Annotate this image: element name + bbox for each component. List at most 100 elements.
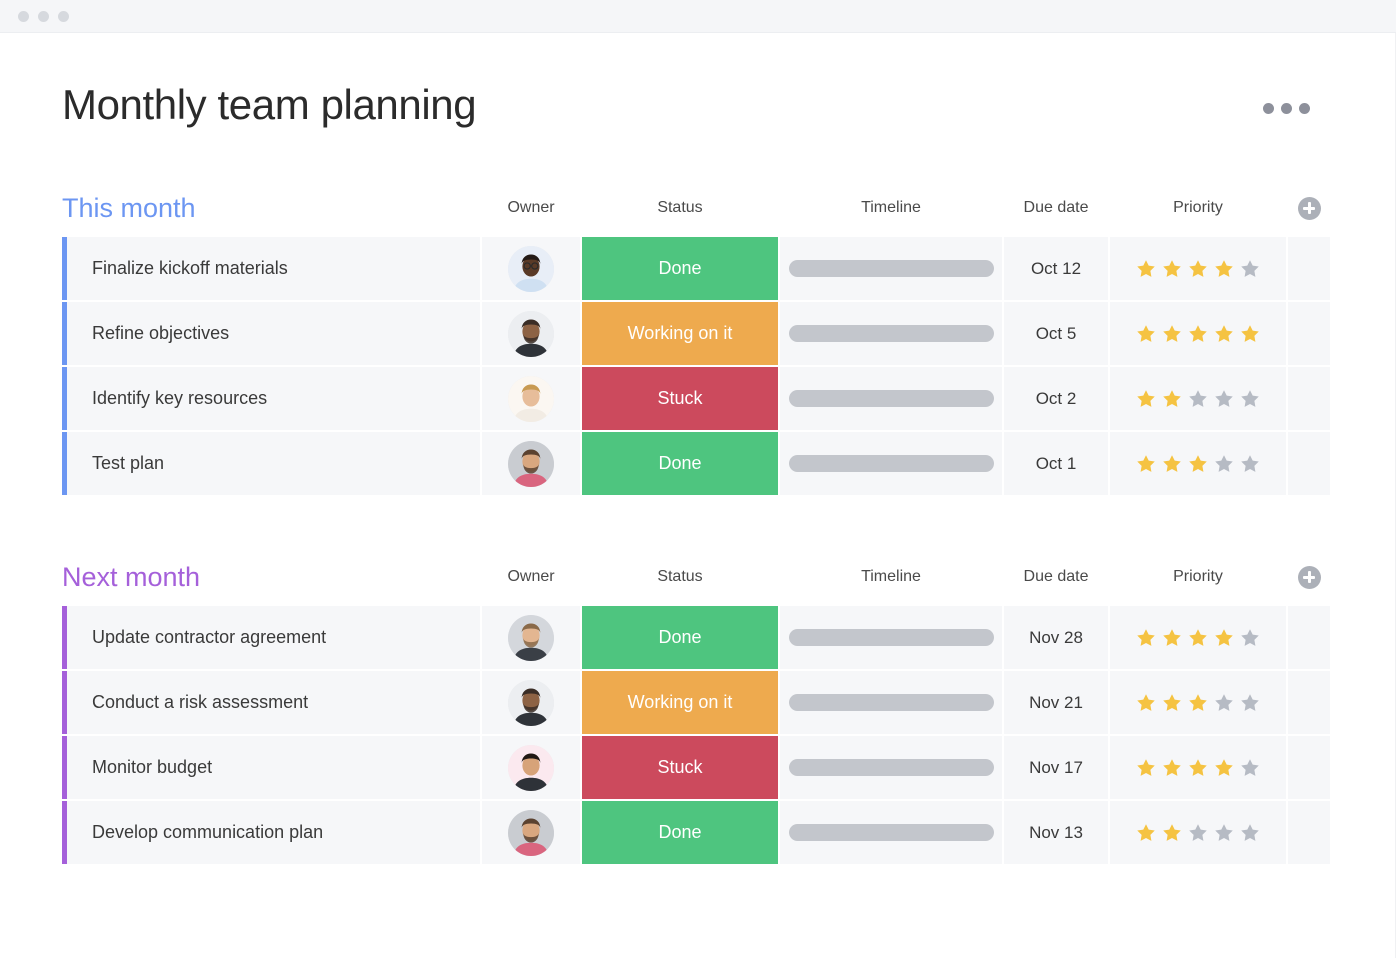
owner-cell[interactable] (482, 801, 580, 865)
column-header-status[interactable]: Status (582, 569, 778, 585)
timeline-cell[interactable] (780, 606, 1002, 670)
page-body: Monthly team planning This month Owner S… (0, 33, 1396, 958)
status-label: Stuck (657, 388, 703, 409)
avatar (508, 679, 554, 726)
column-header-timeline[interactable]: Timeline (780, 569, 1002, 585)
owner-cell[interactable] (482, 606, 580, 670)
table-row[interactable]: Finalize kickoff materials Done Oct 12 (62, 237, 1334, 301)
table-row[interactable]: Identify key resources Stuck Oct 2 (62, 367, 1334, 431)
priority-cell[interactable] (1110, 736, 1286, 800)
due-date-cell[interactable]: Oct 2 (1004, 367, 1108, 431)
window-titlebar (0, 0, 1396, 33)
priority-cell[interactable] (1110, 367, 1286, 431)
column-header-timeline[interactable]: Timeline (780, 200, 1002, 216)
status-label: Done (658, 822, 702, 843)
task-name-cell[interactable]: Finalize kickoff materials (62, 237, 480, 301)
timeline-cell[interactable] (780, 736, 1002, 800)
row-accent-bar (62, 432, 67, 496)
due-date-label: Nov 21 (1029, 692, 1083, 712)
due-date-cell[interactable]: Oct 12 (1004, 237, 1108, 301)
task-name-label: Monitor budget (92, 757, 213, 778)
table-row[interactable]: Monitor budget Stuck Nov 17 (62, 736, 1334, 800)
task-name-label: Develop communication plan (92, 822, 324, 843)
timeline-progress-track (788, 325, 994, 343)
owner-cell[interactable] (482, 302, 580, 366)
window-maximize-dot[interactable] (58, 10, 69, 22)
owner-cell[interactable] (482, 671, 580, 735)
task-name-cell[interactable]: Identify key resources (62, 367, 480, 431)
status-cell[interactable]: Working on it (582, 302, 778, 366)
status-cell[interactable]: Stuck (582, 736, 778, 800)
status-cell[interactable]: Stuck (582, 367, 778, 431)
timeline-cell[interactable] (780, 367, 1002, 431)
status-cell[interactable]: Done (582, 237, 778, 301)
table-row[interactable]: Refine objectives Working on it Oct 5 (62, 302, 1334, 366)
groups-container: This month Owner Status Timeline Due dat… (62, 189, 1334, 865)
column-header-priority[interactable]: Priority (1110, 569, 1286, 585)
due-date-cell[interactable]: Oct 1 (1004, 432, 1108, 496)
column-header-due-date[interactable]: Due date (1004, 569, 1108, 585)
window-minimize-dot[interactable] (38, 10, 49, 22)
task-name-label: Test plan (92, 453, 165, 474)
timeline-progress-track (788, 629, 994, 647)
status-cell[interactable]: Done (582, 606, 778, 670)
due-date-cell[interactable]: Nov 28 (1004, 606, 1108, 670)
status-cell[interactable]: Done (582, 801, 778, 865)
add-column-button[interactable] (1297, 196, 1321, 220)
column-header-due-date[interactable]: Due date (1004, 200, 1108, 216)
due-date-label: Oct 1 (1035, 453, 1077, 473)
due-date-cell[interactable]: Nov 17 (1004, 736, 1108, 800)
due-date-label: Nov 13 (1029, 822, 1083, 842)
task-name-cell[interactable]: Conduct a risk assessment (62, 671, 480, 735)
priority-cell[interactable] (1110, 671, 1286, 735)
row-accent-bar (62, 736, 67, 800)
owner-cell[interactable] (482, 736, 580, 800)
timeline-cell[interactable] (780, 801, 1002, 865)
column-header-status[interactable]: Status (582, 200, 778, 216)
table-row[interactable]: Conduct a risk assessment Working on it … (62, 671, 1334, 735)
due-date-cell[interactable]: Nov 21 (1004, 671, 1108, 735)
timeline-progress-track (788, 759, 994, 777)
priority-cell[interactable] (1110, 801, 1286, 865)
due-date-cell[interactable]: Oct 5 (1004, 302, 1108, 366)
status-cell[interactable]: Done (582, 432, 778, 496)
task-name-cell[interactable]: Test plan (62, 432, 480, 496)
add-column-button[interactable] (1297, 565, 1321, 589)
table-row[interactable]: Test plan Done Oct 1 (62, 432, 1334, 496)
owner-cell[interactable] (482, 237, 580, 301)
status-cell[interactable]: Working on it (582, 671, 778, 735)
task-name-cell[interactable]: Update contractor agreement (62, 606, 480, 670)
status-label: Working on it (627, 323, 733, 344)
timeline-cell[interactable] (780, 302, 1002, 366)
table-row[interactable]: Update contractor agreement Done Nov 28 (62, 606, 1334, 670)
row-end-spacer (1288, 367, 1330, 431)
priority-cell[interactable] (1110, 432, 1286, 496)
task-name-cell[interactable]: Develop communication plan (62, 801, 480, 865)
more-options-button[interactable] (1263, 103, 1310, 114)
column-header-owner[interactable]: Owner (482, 200, 580, 216)
table-row[interactable]: Develop communication plan Done Nov 13 (62, 801, 1334, 865)
priority-cell[interactable] (1110, 237, 1286, 301)
owner-cell[interactable] (482, 432, 580, 496)
timeline-cell[interactable] (780, 671, 1002, 735)
task-name-label: Conduct a risk assessment (92, 692, 309, 713)
page-title: Monthly team planning (62, 81, 477, 128)
row-accent-bar (62, 671, 67, 735)
column-header-priority[interactable]: Priority (1110, 200, 1286, 216)
priority-cell[interactable] (1110, 606, 1286, 670)
task-name-cell[interactable]: Monitor budget (62, 736, 480, 800)
owner-cell[interactable] (482, 367, 580, 431)
group-title[interactable]: This month (62, 194, 480, 222)
avatar (508, 245, 554, 292)
status-label: Stuck (657, 757, 703, 778)
timeline-cell[interactable] (780, 237, 1002, 301)
timeline-cell[interactable] (780, 432, 1002, 496)
column-header-owner[interactable]: Owner (482, 569, 580, 585)
avatar (508, 440, 554, 487)
task-name-cell[interactable]: Refine objectives (62, 302, 480, 366)
priority-cell[interactable] (1110, 302, 1286, 366)
avatar (508, 614, 554, 661)
group-title[interactable]: Next month (62, 563, 480, 591)
due-date-cell[interactable]: Nov 13 (1004, 801, 1108, 865)
window-close-dot[interactable] (18, 10, 29, 22)
